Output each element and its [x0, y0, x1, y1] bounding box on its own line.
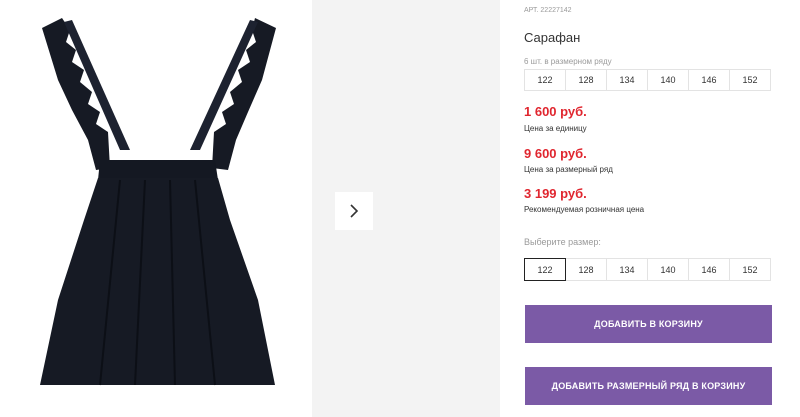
product-title: Сарафан [524, 30, 581, 45]
size-option[interactable]: 128 [565, 258, 607, 281]
pack-price: 9 600 руб. [524, 146, 587, 161]
product-photo [0, 0, 310, 417]
pack-size-cell: 128 [565, 69, 607, 91]
size-option[interactable]: 122 [524, 258, 566, 281]
article-number: АРТ. 22227142 [524, 7, 572, 14]
chevron-right-icon [350, 204, 359, 218]
unit-price-label: Цена за единицу [524, 124, 587, 133]
size-select-label: Выберите размер: [524, 237, 601, 247]
next-image-button[interactable] [335, 192, 373, 230]
pack-size-cell: 134 [606, 69, 648, 91]
pack-size-cell: 152 [729, 69, 771, 91]
retail-price: 3 199 руб. [524, 186, 587, 201]
size-option[interactable]: 152 [729, 258, 771, 281]
pack-size-cell: 122 [524, 69, 566, 91]
size-option[interactable]: 146 [688, 258, 730, 281]
pack-size-row: 122 128 134 140 146 152 [524, 69, 771, 91]
size-selector: 122 128 134 140 146 152 [524, 258, 771, 281]
add-pack-to-cart-button[interactable]: ДОБАВИТЬ РАЗМЕРНЫЙ РЯД В КОРЗИНУ [525, 367, 772, 405]
dress-image [40, 18, 276, 386]
add-to-cart-button[interactable]: ДОБАВИТЬ В КОРЗИНУ [525, 305, 772, 343]
size-option[interactable]: 134 [606, 258, 648, 281]
retail-price-label: Рекомендуемая розничная цена [524, 205, 645, 214]
unit-price: 1 600 руб. [524, 104, 587, 119]
pack-size-cell: 140 [647, 69, 689, 91]
pack-label: 6 шт. в размерном ряду [524, 57, 612, 66]
size-option[interactable]: 140 [647, 258, 689, 281]
pack-size-cell: 146 [688, 69, 730, 91]
pack-price-label: Цена за размерный ряд [524, 165, 613, 174]
